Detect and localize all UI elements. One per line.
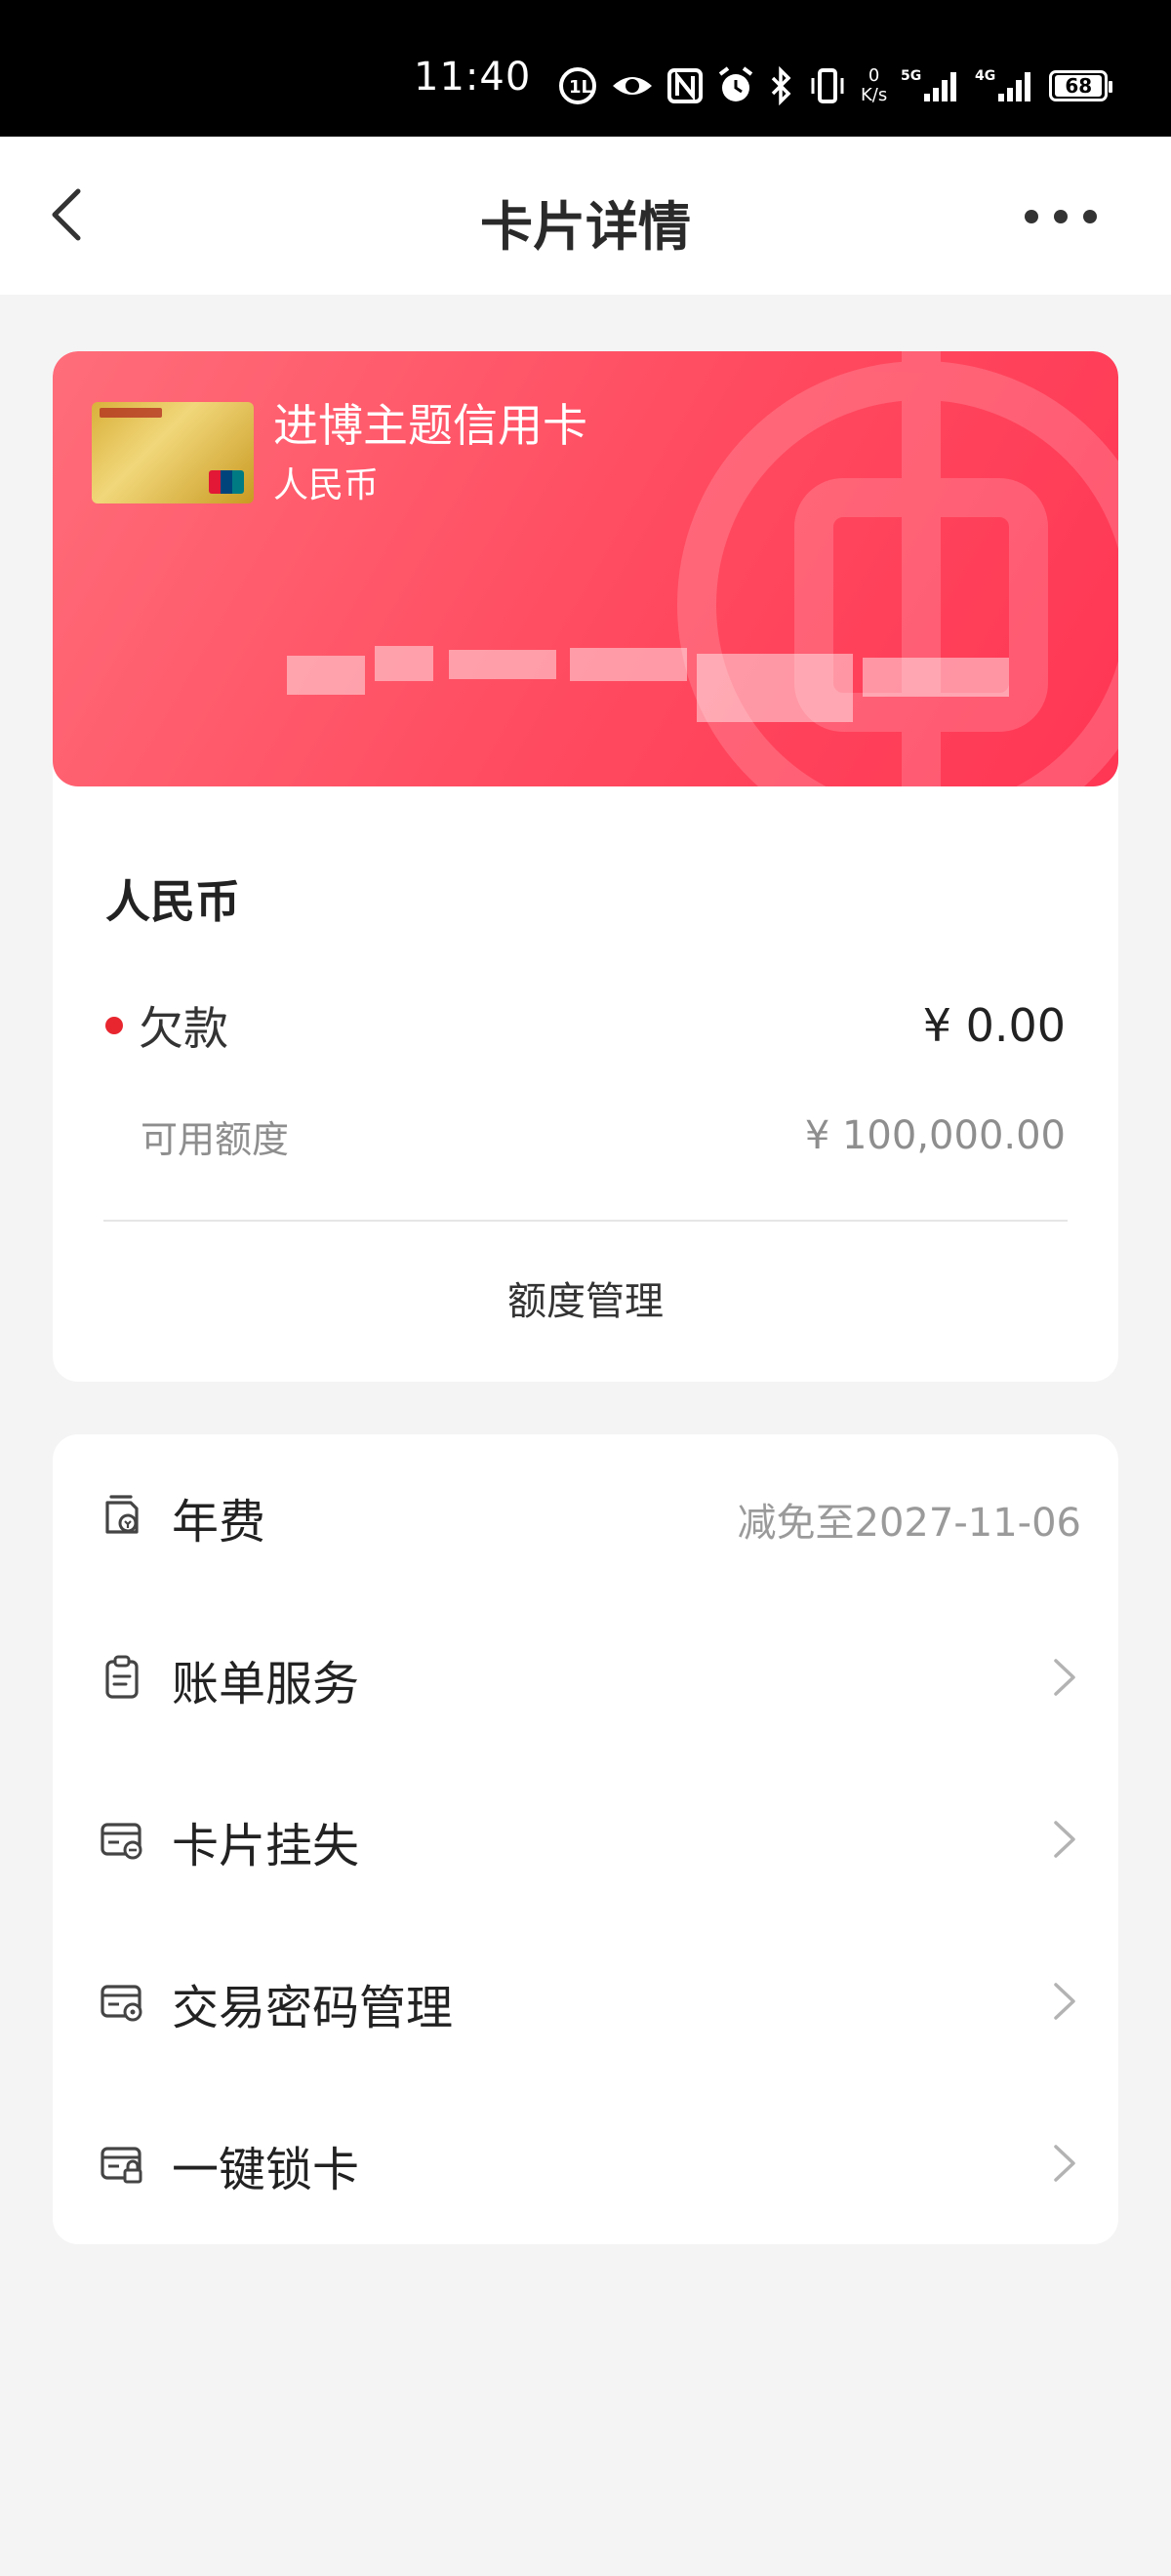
- credit-card-banner[interactable]: 进博主题信用卡 人民币: [53, 351, 1118, 786]
- card-name: 进博主题信用卡: [273, 399, 587, 452]
- battery-level: 68: [1055, 75, 1103, 97]
- card-services-menu: 年费 减免至2027-11-06 账单服务 卡片挂失 交易密码管理 一键锁卡: [53, 1434, 1118, 2244]
- page-title: 卡片详情: [480, 196, 691, 258]
- menu-item-transaction-password[interactable]: 交易密码管理: [53, 1920, 1118, 2082]
- menu-item-report-loss[interactable]: 卡片挂失: [53, 1758, 1118, 1920]
- status-bar: 11:40 1L 0 K/s 5G 4G 68: [0, 0, 1171, 137]
- signal-5g-icon: 5G: [901, 68, 957, 101]
- hd-call-icon: 1L: [559, 67, 596, 104]
- annual-fee-icon: [105, 1495, 139, 1534]
- battery-icon: 68: [1049, 70, 1113, 101]
- divider: [103, 1220, 1068, 1222]
- more-options-icon[interactable]: [1025, 197, 1142, 236]
- card-thumbnail: [92, 402, 254, 503]
- alarm-icon: [718, 66, 753, 101]
- svg-text:4G: 4G: [975, 68, 995, 84]
- bill-clipboard-icon: [105, 1655, 139, 1699]
- available-limit-row: 可用额度 ¥ 100,000.00: [105, 1108, 1066, 1163]
- svg-text:5G: 5G: [901, 68, 921, 84]
- eye-icon: [613, 77, 652, 95]
- currency-section-title: 人民币: [105, 875, 240, 928]
- menu-item-bill-service[interactable]: 账单服务: [53, 1596, 1118, 1758]
- bluetooth-icon: [771, 66, 791, 105]
- annual-fee-label: 年费: [172, 1495, 266, 1550]
- nfc-icon: [667, 68, 703, 103]
- chevron-right-icon: [1054, 2145, 1075, 2182]
- bill-service-label: 账单服务: [172, 1657, 360, 1711]
- available-limit-value: ¥ 100,000.00: [804, 1113, 1066, 1158]
- net-speed: 0 K/s: [861, 66, 887, 105]
- card-lock-icon: [101, 2147, 142, 2184]
- card-currency: 人民币: [273, 465, 380, 505]
- debt-value: ¥ 0.00: [922, 999, 1066, 1052]
- svg-text:1L: 1L: [569, 77, 592, 98]
- masked-card-number: [277, 634, 1118, 742]
- signal-4g-icon: 4G: [975, 68, 1031, 101]
- chevron-right-icon: [1054, 1821, 1075, 1858]
- bank-logo: [100, 408, 162, 418]
- more-dot: [1083, 210, 1097, 223]
- debt-indicator-dot: [105, 1017, 123, 1034]
- report-loss-label: 卡片挂失: [172, 1819, 360, 1873]
- debt-label-group: 欠款: [105, 993, 228, 1058]
- net-speed-value: 0: [868, 65, 880, 86]
- status-time: 11:40: [414, 55, 532, 100]
- chevron-right-icon: [1054, 1659, 1075, 1696]
- menu-item-annual-fee[interactable]: 年费 减免至2027-11-06: [53, 1434, 1118, 1596]
- chevron-right-icon: [1054, 1983, 1075, 2020]
- unionpay-logo: [209, 470, 244, 494]
- menu-item-lock-card[interactable]: 一键锁卡: [53, 2082, 1118, 2244]
- nav-bar: 卡片详情: [0, 137, 1171, 295]
- card-report-loss-icon: [101, 1823, 142, 1860]
- vibrate-icon: [811, 68, 844, 103]
- debt-label: 欠款: [139, 1002, 228, 1055]
- annual-fee-value: 减免至2027-11-06: [737, 1501, 1081, 1546]
- card-password-icon: [101, 1985, 142, 2022]
- card-summary-panel: 进博主题信用卡 人民币 人民币 欠款 ¥ 0.00 可用额度 ¥ 100,000…: [53, 351, 1118, 1382]
- more-dot: [1025, 210, 1038, 223]
- net-speed-unit: K/s: [861, 85, 888, 105]
- transaction-password-label: 交易密码管理: [172, 1981, 454, 2035]
- status-icons: 1L 0 K/s 5G 4G 68: [558, 60, 1113, 111]
- limit-management-button[interactable]: 额度管理: [53, 1249, 1118, 1347]
- more-dot: [1054, 210, 1068, 223]
- lock-card-label: 一键锁卡: [172, 2143, 360, 2197]
- debt-row: 欠款 ¥ 0.00: [105, 993, 1066, 1058]
- available-limit-label: 可用额度: [141, 1117, 290, 1161]
